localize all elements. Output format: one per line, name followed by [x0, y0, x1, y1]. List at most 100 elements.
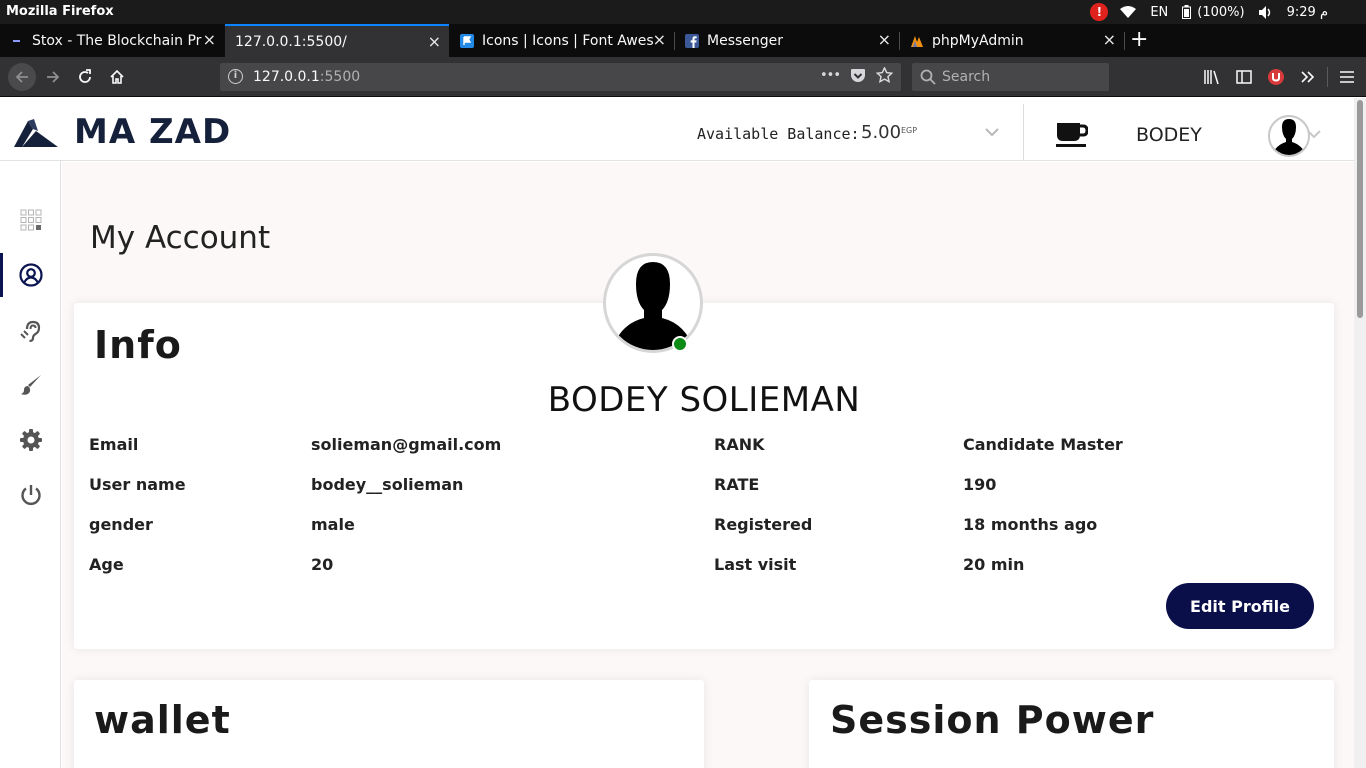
- sidebar-item-theme[interactable]: [0, 363, 61, 407]
- balance-currency: EGP: [901, 126, 918, 135]
- chevron-down-icon[interactable]: [985, 128, 999, 137]
- header-avatar[interactable]: [1268, 115, 1310, 157]
- user-silhouette-icon: [1272, 119, 1306, 155]
- logo-icon: [14, 119, 58, 147]
- tab-close-icon[interactable]: ×: [428, 34, 441, 50]
- home-icon: [110, 69, 124, 84]
- sidebar-icon: [1236, 70, 1252, 84]
- phpmyadmin-favicon-icon: [911, 35, 923, 47]
- tab-separator: [1124, 32, 1125, 50]
- chevron-down-icon[interactable]: [1307, 130, 1321, 139]
- tab-localhost[interactable]: 127.0.0.1:5500/ ×: [225, 24, 449, 57]
- search-icon: [920, 69, 936, 85]
- last-visit-value: 20 min: [963, 555, 1025, 574]
- tab-label: phpMyAdmin: [932, 32, 1024, 49]
- gender-label: gender: [89, 515, 153, 534]
- scrollbar-thumb[interactable]: [1357, 100, 1363, 318]
- hearing-icon: [19, 320, 40, 342]
- new-tab-button[interactable]: +: [1130, 28, 1148, 52]
- grid-icon: [20, 209, 41, 231]
- username-label: User name: [89, 475, 186, 494]
- tab-font-awesome[interactable]: Icons | Icons | Font Awes ×: [450, 24, 674, 57]
- power-icon: [20, 485, 41, 506]
- overflow-menu-button[interactable]: [1296, 65, 1320, 89]
- site-header: MA ZAD Available Balance: 5.00 EGP BODEY: [0, 98, 1354, 161]
- web-page: MA ZAD Available Balance: 5.00 EGP BODEY: [0, 98, 1366, 768]
- home-button[interactable]: [105, 65, 129, 89]
- reload-icon: [79, 69, 91, 83]
- rate-label: RATE: [714, 475, 760, 494]
- font-awesome-favicon-icon: [460, 33, 474, 48]
- balance-label: Available Balance:: [697, 125, 860, 143]
- back-button[interactable]: [8, 63, 36, 91]
- sidebar-item-dashboard[interactable]: [0, 198, 61, 242]
- rate-value: 190: [963, 475, 997, 494]
- edit-profile-button[interactable]: Edit Profile: [1166, 583, 1314, 629]
- battery-icon[interactable]: [1182, 5, 1192, 19]
- session-power-card: Session Power: [809, 680, 1334, 768]
- page-title: My Account: [90, 220, 271, 256]
- library-icon: [1204, 70, 1219, 85]
- tab-stox[interactable]: Stox - The Blockchain Pr ×: [0, 24, 224, 57]
- profile-avatar[interactable]: [603, 253, 703, 353]
- sidebar-item-settings[interactable]: [0, 418, 61, 462]
- page-scrollbar[interactable]: [1354, 98, 1366, 768]
- navigation-toolbar: i 127.0.0.1:5500 •••: [0, 57, 1366, 97]
- url-bar[interactable]: i 127.0.0.1:5500 •••: [220, 63, 901, 91]
- email-value: solieman@gmail.com: [311, 435, 502, 454]
- brand[interactable]: MA ZAD: [14, 112, 231, 152]
- sidebar-item-logout[interactable]: [0, 473, 61, 517]
- search-bar[interactable]: [912, 63, 1109, 91]
- email-label: Email: [89, 435, 139, 454]
- extension-button[interactable]: [1264, 65, 1288, 89]
- hamburger-menu-button[interactable]: [1335, 65, 1359, 89]
- tab-close-icon[interactable]: ×: [878, 32, 891, 48]
- site-info-icon[interactable]: i: [228, 69, 243, 84]
- volume-icon[interactable]: [1258, 5, 1273, 19]
- arrow-right-icon: [47, 71, 60, 83]
- url-actions: •••: [820, 67, 893, 83]
- url-port: :5500: [319, 69, 361, 85]
- url-text[interactable]: 127.0.0.1:5500: [253, 69, 360, 85]
- search-input[interactable]: [942, 63, 1102, 91]
- coffee-icon[interactable]: [1056, 122, 1088, 148]
- gender-value: male: [311, 515, 355, 534]
- reload-button[interactable]: [73, 65, 97, 89]
- page-actions-button[interactable]: •••: [820, 68, 841, 83]
- nav-divider: [1327, 67, 1328, 87]
- rank-label: RANK: [714, 435, 765, 454]
- wifi-icon[interactable]: [1120, 6, 1137, 18]
- sidebar-item-account[interactable]: [0, 253, 61, 297]
- keyboard-language[interactable]: EN: [1150, 5, 1168, 20]
- battery-percentage: (100%): [1197, 4, 1245, 20]
- forward-button[interactable]: [41, 65, 65, 89]
- sidebar-toggle-button[interactable]: [1232, 65, 1256, 89]
- paint-brush-icon: [20, 375, 41, 395]
- wallet-card: wallet: [74, 680, 704, 768]
- online-status-indicator: [672, 336, 688, 352]
- registered-label: Registered: [714, 515, 813, 534]
- rank-value: Candidate Master: [963, 435, 1123, 454]
- brand-name: MA ZAD: [74, 112, 232, 152]
- info-card-title: Info: [94, 323, 182, 367]
- tab-close-icon[interactable]: ×: [653, 32, 666, 48]
- user-circle-icon: [18, 263, 43, 287]
- age-label: Age: [89, 555, 124, 574]
- pocket-icon[interactable]: [850, 68, 866, 83]
- url-host: 127.0.0.1: [253, 69, 320, 85]
- library-button[interactable]: [1200, 65, 1224, 89]
- tab-close-icon[interactable]: ×: [203, 32, 216, 48]
- facebook-favicon-icon: [685, 33, 699, 48]
- alert-icon[interactable]: !: [1090, 3, 1109, 21]
- chevrons-right-icon: [1301, 71, 1315, 83]
- clock[interactable]: 9:29 م: [1287, 5, 1328, 20]
- tab-close-icon[interactable]: ×: [1103, 32, 1116, 48]
- sidebar-item-accessibility[interactable]: [0, 308, 61, 352]
- bookmark-star-icon[interactable]: [876, 67, 893, 83]
- header-username[interactable]: BODEY: [1136, 124, 1202, 146]
- tab-messenger[interactable]: Messenger ×: [675, 24, 899, 57]
- session-power-card-title: Session Power: [830, 698, 1155, 742]
- hamburger-icon: [1340, 71, 1354, 83]
- tab-phpmyadmin[interactable]: phpMyAdmin ×: [900, 24, 1124, 57]
- user-silhouette-icon: [612, 262, 694, 350]
